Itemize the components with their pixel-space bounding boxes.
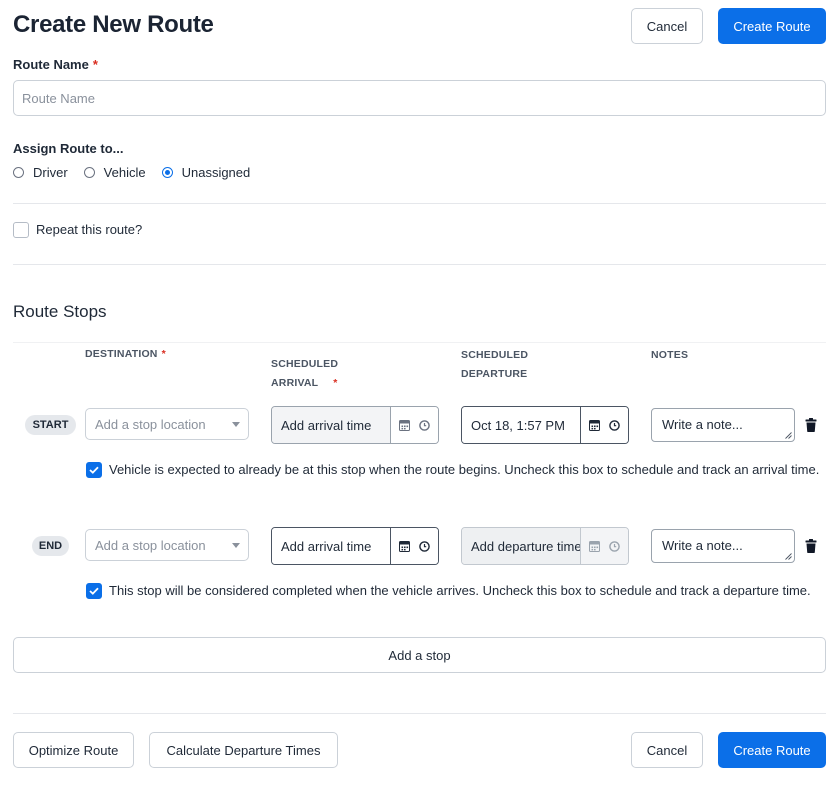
start-hint-checkbox[interactable]: [86, 462, 102, 478]
arrival-time-picker[interactable]: Add arrival time: [271, 527, 439, 565]
arrival-time-value[interactable]: Add arrival time: [272, 528, 391, 564]
departure-time-picker: Add departure time: [461, 527, 629, 565]
assign-radio-group: Driver Vehicle Unassigned: [13, 163, 266, 181]
col-notes: NOTES: [651, 349, 689, 361]
clock-icon[interactable]: [418, 419, 430, 431]
stop-badge-end: END: [32, 536, 69, 556]
radio-vehicle[interactable]: [83, 166, 95, 178]
repeat-route-label[interactable]: Repeat this route?: [36, 222, 142, 237]
optimize-route-button[interactable]: Optimize Route: [13, 732, 134, 768]
calendar-icon[interactable]: [399, 540, 411, 552]
arrival-time-picker[interactable]: Add arrival time: [271, 406, 439, 444]
stop-badge-start: START: [25, 415, 76, 435]
note-input[interactable]: Write a note...: [651, 529, 795, 563]
footer-cancel-button[interactable]: Cancel: [631, 732, 703, 768]
check-icon: [89, 466, 99, 474]
start-hint-text: Vehicle is expected to already be at thi…: [109, 462, 820, 477]
arrival-time-value[interactable]: Add arrival time: [272, 407, 391, 443]
trash-icon[interactable]: [805, 418, 817, 432]
calendar-icon[interactable]: [399, 419, 411, 431]
radio-unassigned-label[interactable]: Unassigned: [182, 165, 251, 180]
col-scheduled-arrival: SCHEDULED ARRIVAL *: [271, 358, 339, 389]
stop-location-select[interactable]: Add a stop location: [85, 529, 249, 561]
note-input[interactable]: Write a note...: [651, 408, 795, 442]
resize-grip-icon[interactable]: [785, 432, 792, 439]
note-placeholder: Write a note...: [662, 538, 743, 553]
clock-icon: [608, 540, 620, 552]
route-stops-title: Route Stops: [13, 302, 107, 321]
add-stop-button[interactable]: Add a stop: [13, 637, 826, 673]
stop-location-placeholder: Add a stop location: [95, 537, 206, 553]
route-name-label: Route Name *: [13, 57, 98, 72]
calendar-icon: [589, 541, 601, 552]
assign-route-label: Assign Route to...: [13, 141, 124, 156]
chevron-down-icon: [232, 422, 240, 427]
end-hint-checkbox[interactable]: [86, 583, 102, 599]
clock-icon[interactable]: [608, 419, 620, 431]
divider: [13, 203, 826, 204]
radio-vehicle-label[interactable]: Vehicle: [104, 165, 146, 180]
resize-grip-icon[interactable]: [785, 553, 792, 560]
stop-location-placeholder: Add a stop location: [95, 416, 206, 432]
radio-unassigned[interactable]: [161, 166, 173, 178]
footer-create-route-button[interactable]: Create Route: [718, 732, 826, 768]
trash-icon[interactable]: [805, 539, 817, 553]
divider: [13, 713, 826, 714]
end-hint-text: This stop will be considered completed w…: [109, 583, 811, 598]
table-header-divider: [13, 342, 826, 343]
route-name-input[interactable]: [13, 80, 826, 116]
clock-icon[interactable]: [418, 540, 430, 552]
col-scheduled-departure: SCHEDULED DEPARTURE: [461, 349, 529, 380]
check-icon: [89, 587, 99, 595]
stop-location-select[interactable]: Add a stop location: [85, 408, 249, 440]
chevron-down-icon: [232, 543, 240, 548]
calendar-icon[interactable]: [589, 419, 601, 431]
departure-time-picker[interactable]: Oct 18, 1:57 PM: [461, 406, 629, 444]
radio-driver-label[interactable]: Driver: [33, 165, 68, 180]
radio-driver[interactable]: [13, 166, 24, 178]
cancel-button[interactable]: Cancel: [631, 8, 703, 44]
departure-time-value[interactable]: Oct 18, 1:57 PM: [462, 407, 581, 443]
col-destination: DESTINATION *: [85, 348, 166, 360]
create-route-button[interactable]: Create Route: [718, 8, 826, 44]
repeat-route-checkbox[interactable]: [13, 222, 29, 238]
divider: [13, 264, 826, 265]
page-title: Create New Route: [13, 11, 214, 38]
note-placeholder: Write a note...: [662, 417, 743, 432]
calculate-departure-times-button[interactable]: Calculate Departure Times: [149, 732, 338, 768]
departure-time-value: Add departure time: [462, 528, 581, 564]
